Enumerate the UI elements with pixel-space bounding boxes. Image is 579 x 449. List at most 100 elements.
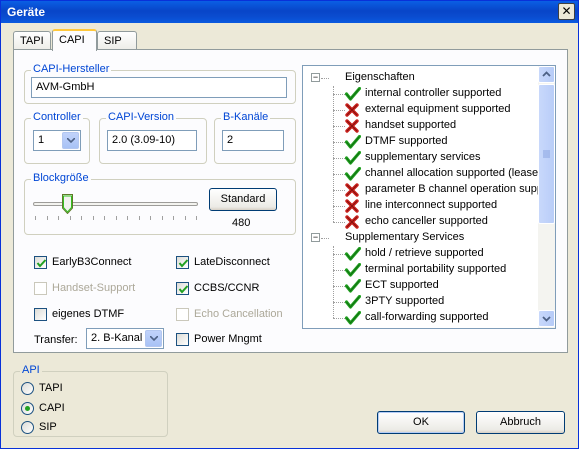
- eigenes-dtmf-checkbox[interactable]: eigenes DTMF: [34, 308, 154, 322]
- capi-hersteller-group: CAPI-Hersteller AVM-GmbH: [24, 63, 296, 104]
- api-radio-tapi[interactable]: TAPI: [21, 382, 81, 396]
- power-mngmt-checkbox[interactable]: Power Mngmt: [176, 333, 276, 347]
- capi-hersteller-legend: CAPI-Hersteller: [31, 63, 112, 75]
- controller-value: 1: [38, 134, 45, 146]
- check-icon: [344, 166, 362, 181]
- check-icon: [344, 246, 362, 261]
- checkbox-box[interactable]: [176, 308, 189, 321]
- checkbox-label: Power Mngmt: [194, 333, 262, 345]
- b-kanaele-field[interactable]: 2: [222, 130, 284, 151]
- tree-connector: [333, 142, 345, 143]
- chevron-down-icon[interactable]: [145, 330, 162, 347]
- radio-circle[interactable]: [21, 402, 34, 415]
- ccbs-ccnr-checkbox[interactable]: CCBS/CCNR: [176, 282, 286, 296]
- check-icon: [344, 310, 362, 325]
- scroll-up-button[interactable]: [538, 66, 555, 83]
- tree-item-row[interactable]: internal controller supported: [303, 86, 538, 102]
- slider-tick: [196, 216, 197, 220]
- blockgroesse-slider[interactable]: [33, 192, 198, 222]
- checkbox-box[interactable]: [34, 256, 47, 269]
- checkbox-label: Echo Cancellation: [194, 308, 283, 320]
- close-button[interactable]: ✕: [558, 3, 575, 20]
- tab-label: SIP: [104, 35, 122, 47]
- tree-connector: [333, 246, 334, 318]
- blockgroesse-value: 480: [232, 217, 251, 229]
- standard-button[interactable]: Standard: [209, 188, 277, 211]
- tree-item-label: 3PTY supported: [365, 295, 445, 307]
- slider-tick: [116, 216, 117, 220]
- radio-circle[interactable]: [21, 421, 34, 434]
- title-bar[interactable]: Geräte ✕: [1, 1, 578, 23]
- tree-item-row[interactable]: handset supported: [303, 118, 538, 134]
- ok-button[interactable]: OK: [377, 411, 465, 434]
- tree-item-row[interactable]: line interconnect supported: [303, 198, 538, 214]
- tree-item-row[interactable]: echo canceller supported: [303, 214, 538, 230]
- tree-item-row[interactable]: parameter B channel operation supp: [303, 182, 543, 198]
- capi-hersteller-field[interactable]: AVM-GmbH: [31, 77, 287, 98]
- tree-item-row[interactable]: channel allocation supported (lease: [303, 166, 538, 182]
- tree-group-row[interactable]: − Eigenschaften: [303, 70, 533, 86]
- slider-tick: [162, 216, 163, 220]
- capi-version-field[interactable]: 2.0 (3.09-10): [107, 130, 197, 151]
- controller-select[interactable]: 1: [33, 130, 81, 151]
- cancel-button[interactable]: Abbruch: [476, 411, 565, 434]
- check-icon: [344, 294, 362, 309]
- window-title: Geräte: [7, 5, 46, 19]
- slider-tick: [150, 216, 151, 220]
- handset-support-checkbox[interactable]: Handset-Support: [34, 282, 154, 296]
- api-legend: API: [20, 364, 42, 376]
- tree-item-row[interactable]: call-forwarding supported: [303, 310, 538, 326]
- tab-capi[interactable]: CAPI: [52, 29, 97, 51]
- collapse-icon[interactable]: −: [311, 73, 320, 82]
- checkbox-box[interactable]: [34, 282, 47, 295]
- late-disconnect-checkbox[interactable]: LateDisconnect: [176, 256, 286, 270]
- tree-item-row[interactable]: supplementary services: [303, 150, 538, 166]
- window: Geräte ✕ TAPI CAPI SIP CAPI-Hersteller A…: [0, 0, 579, 449]
- early-b3-connect-checkbox[interactable]: EarlyB3Connect: [34, 256, 154, 270]
- check-icon: [344, 150, 362, 165]
- capi-version-group: CAPI-Version 2.0 (3.09-10): [99, 111, 207, 164]
- controller-legend: Controller: [31, 111, 83, 123]
- tree-group-label: Supplementary Services: [345, 231, 465, 243]
- chevron-down-icon[interactable]: [62, 132, 79, 149]
- cross-icon: [345, 199, 361, 213]
- radio-circle[interactable]: [21, 382, 34, 395]
- tree-group-row[interactable]: − Supplementary Services: [303, 230, 533, 246]
- tree-item-row[interactable]: ECT supported: [303, 278, 538, 294]
- checkbox-label: EarlyB3Connect: [52, 256, 132, 268]
- echo-cancellation-checkbox[interactable]: Echo Cancellation: [176, 308, 291, 322]
- capabilities-tree[interactable]: − Eigenschaften internal controller suppor…: [302, 65, 556, 329]
- api-radio-sip[interactable]: SIP: [21, 421, 81, 435]
- checkbox-box[interactable]: [176, 256, 189, 269]
- radio-label: TAPI: [39, 382, 63, 394]
- check-icon: [344, 86, 362, 101]
- b-kanaele-legend: B-Kanäle: [221, 111, 271, 123]
- collapse-icon[interactable]: −: [311, 233, 320, 242]
- tree-item-row[interactable]: terminal portability supported: [303, 262, 538, 278]
- tab-sip[interactable]: SIP: [97, 31, 137, 51]
- checkbox-label: LateDisconnect: [194, 256, 270, 268]
- tree-item-label: supplementary services: [365, 151, 481, 163]
- check-icon: [344, 262, 362, 277]
- tree-connector: [333, 318, 345, 319]
- tree-item-row[interactable]: external equipment supported: [303, 102, 538, 118]
- scroll-down-button[interactable]: [538, 310, 555, 327]
- tree-scrollbar[interactable]: [538, 66, 555, 328]
- api-group: API TAPI CAPI SIP: [13, 364, 168, 437]
- tree-item-row[interactable]: DTMF supported: [303, 134, 538, 150]
- tab-label: TAPI: [20, 35, 44, 47]
- tab-panel-capi: CAPI-Hersteller AVM-GmbH Controller 1 CA…: [13, 49, 568, 353]
- tree-item-row[interactable]: 3PTY supported: [303, 294, 538, 310]
- tree-item-row[interactable]: hold / retrieve supported: [303, 246, 538, 262]
- tree-connector: [333, 254, 345, 255]
- api-radio-capi[interactable]: CAPI: [21, 402, 81, 416]
- cross-icon: [345, 119, 361, 133]
- tab-tapi[interactable]: TAPI: [13, 31, 51, 51]
- transfer-select[interactable]: 2. B-Kanal: [86, 328, 164, 349]
- slider-thumb[interactable]: [62, 194, 73, 215]
- checkbox-box[interactable]: [176, 333, 189, 346]
- scroll-thumb[interactable]: [538, 84, 555, 224]
- radio-label: CAPI: [39, 402, 65, 414]
- checkbox-box[interactable]: [34, 308, 47, 321]
- checkbox-box[interactable]: [176, 282, 189, 295]
